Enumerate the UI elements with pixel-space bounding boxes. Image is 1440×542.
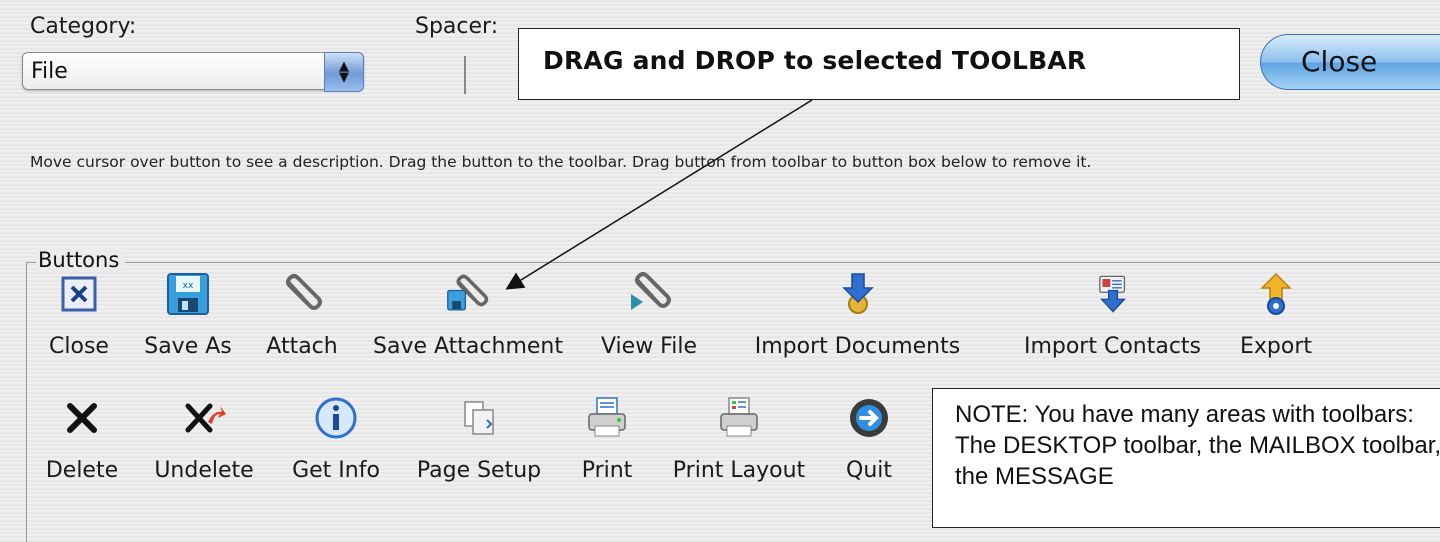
close-button[interactable]: Close [1260,34,1440,90]
info-icon [314,396,358,440]
button-quit-label: Quit [846,458,892,483]
quit-icon [847,396,891,440]
button-print-layout-label: Print Layout [672,458,806,483]
paperclip-icon [280,272,324,316]
category-select-value: File [31,59,68,84]
button-save-as-label: Save As [144,334,232,359]
button-print[interactable]: Print [562,396,652,483]
delete-x-icon [60,396,104,440]
print-layout-icon [717,396,761,440]
button-get-info[interactable]: Get Info [276,396,396,483]
button-export-label: Export [1239,334,1312,359]
svg-text:xx: xx [183,281,194,291]
spacer-label: Spacer: [415,14,499,39]
button-quit[interactable]: Quit [826,396,912,483]
import-contacts-icon [1091,272,1135,316]
paperclip-floppy-icon [446,272,490,316]
button-attach-label: Attach [266,334,338,359]
button-delete[interactable]: Delete [34,396,130,483]
printer-icon [585,396,629,440]
button-import-documents-label: Import Documents [754,334,961,359]
page-setup-icon [457,396,501,440]
button-print-layout[interactable]: Print Layout [660,396,818,483]
button-save-attachment[interactable]: Save Attachment [358,272,578,359]
category-label: Category: [30,14,137,39]
button-get-info-label: Get Info [292,458,380,483]
button-close-label: Close [49,334,109,359]
button-import-contacts-label: Import Contacts [1023,334,1202,359]
button-import-documents[interactable]: Import Documents [720,272,995,359]
floppy-disk-icon: xx [166,272,210,316]
select-arrows-icon: ▲ ▼ [324,52,364,92]
button-undelete-label: Undelete [154,458,254,483]
note-box: NOTE: You have many areas with toolbars:… [932,388,1440,528]
button-delete-label: Delete [45,458,119,483]
import-documents-icon [836,272,880,316]
button-page-setup[interactable]: Page Setup [404,396,554,483]
button-export[interactable]: Export [1226,272,1326,359]
button-print-label: Print [581,458,633,483]
spacer-handle[interactable] [464,56,466,94]
close-box-icon [57,272,101,316]
button-attach[interactable]: Attach [252,272,352,359]
drag-drop-callout: DRAG and DROP to selected TOOLBAR [518,28,1240,100]
category-select[interactable]: File ▲ ▼ [22,52,364,92]
button-save-as[interactable]: xx Save As [128,272,248,359]
button-undelete[interactable]: Undelete [140,396,268,483]
buttons-legend: Buttons [36,248,126,272]
button-page-setup-label: Page Setup [416,458,542,483]
button-view-file[interactable]: View File [584,272,714,359]
button-view-file-label: View File [600,334,697,359]
instructions-text: Move cursor over button to see a descrip… [30,153,1092,171]
undelete-icon [182,396,226,440]
button-close[interactable]: Close [34,272,124,359]
export-icon [1254,272,1298,316]
button-save-attachment-label: Save Attachment [373,334,563,359]
button-import-contacts[interactable]: Import Contacts [1005,272,1220,359]
paperclip-view-icon [627,272,671,316]
